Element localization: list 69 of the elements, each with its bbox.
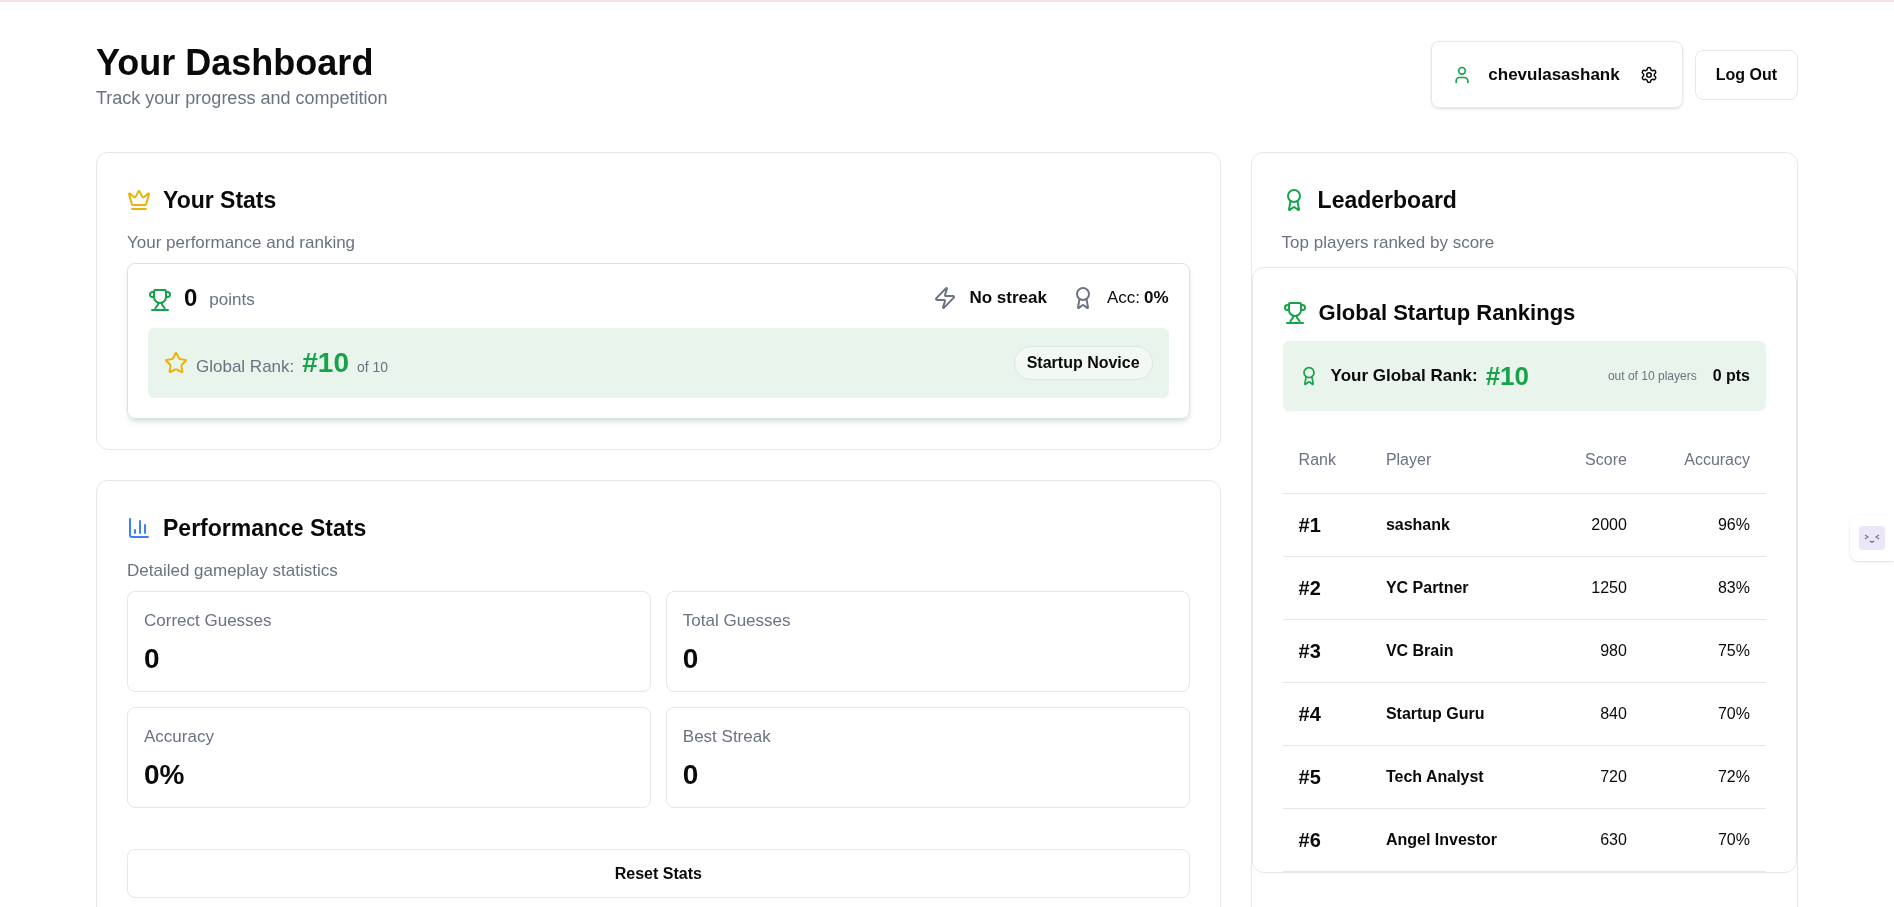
card-title: Performance Stats xyxy=(163,514,367,543)
rank-cell: #4 xyxy=(1282,682,1370,745)
player-cell: VC Brain xyxy=(1369,619,1551,682)
settings-icon xyxy=(1639,65,1658,84)
points-total: 0 pts xyxy=(1712,366,1750,386)
card-subtitle: Detailed gameplay statistics xyxy=(127,559,339,582)
accuracy-label: Acc: xyxy=(1106,287,1141,310)
accuracy-cell: 96% xyxy=(1642,493,1766,556)
trophy-icon xyxy=(148,288,172,312)
stat-label: Correct Guesses xyxy=(144,610,273,632)
player-cell: Startup Guru xyxy=(1369,682,1551,745)
accuracy-cell: 70% xyxy=(1642,808,1766,871)
score-cell: 630 xyxy=(1550,808,1643,871)
accuracy-cell: 75% xyxy=(1642,619,1766,682)
rank-label: Global Rank: xyxy=(196,356,295,378)
rank-cell: #3 xyxy=(1282,619,1370,682)
global-rank-label: Your Global Rank: xyxy=(1330,365,1478,388)
accuracy-cell: 70% xyxy=(1642,682,1766,745)
accuracy-value: 0% xyxy=(1144,287,1169,310)
column-header: Player xyxy=(1369,427,1551,493)
points-value: 0 xyxy=(184,284,198,312)
lightning-icon xyxy=(933,286,958,310)
rank-cell: #1 xyxy=(1282,493,1370,556)
stat-value: 0% xyxy=(144,757,186,792)
rank-cell: #6 xyxy=(1282,808,1370,871)
column-header: Rank xyxy=(1282,427,1370,493)
stat-label: Best Streak xyxy=(682,726,772,748)
score-cell: 2000 xyxy=(1550,493,1643,556)
column-header: Score xyxy=(1550,427,1643,493)
bar-chart-icon xyxy=(127,516,151,541)
accuracy-cell: 83% xyxy=(1642,556,1766,619)
username: chevulasashank xyxy=(1488,63,1620,86)
stat-label: Accuracy xyxy=(144,726,215,748)
points-label: points xyxy=(209,288,255,311)
global-rank-value: #10 xyxy=(1485,359,1530,393)
crown-icon xyxy=(127,188,151,213)
stat-label: Total Guesses xyxy=(682,610,792,632)
card-subtitle: Top players ranked by score xyxy=(1281,231,1496,254)
star-icon xyxy=(164,351,188,375)
score-cell: 840 xyxy=(1550,682,1643,745)
rank-cell: #5 xyxy=(1282,745,1370,808)
reset-button[interactable]: Reset Stats xyxy=(127,849,1190,898)
level-badge: Startup Novice xyxy=(1013,346,1153,380)
score-cell: 1250 xyxy=(1550,556,1643,619)
page-title: Your Dashboard xyxy=(96,41,375,85)
stat-value: 0 xyxy=(682,641,700,676)
card-title: Your Stats xyxy=(163,186,277,215)
accuracy-cell: 72% xyxy=(1642,745,1766,808)
face-icon xyxy=(1859,526,1885,550)
player-cell: Angel Investor xyxy=(1369,808,1551,871)
trophy-icon xyxy=(1282,300,1307,325)
score-cell: 980 xyxy=(1550,619,1643,682)
stat-value: 0 xyxy=(144,641,161,676)
card-title: Leaderboard xyxy=(1317,186,1457,215)
stat-value: 0 xyxy=(682,757,700,792)
card-subtitle: Your performance and ranking xyxy=(127,231,357,254)
player-count: out of 10 players xyxy=(1607,368,1697,385)
panel-title: Global Startup Rankings xyxy=(1318,299,1576,327)
rank-total: of 10 xyxy=(357,358,389,377)
score-cell: 720 xyxy=(1550,745,1643,808)
player-cell: Tech Analyst xyxy=(1369,745,1551,808)
logout-button[interactable]: Log Out xyxy=(1694,49,1798,100)
player-cell: YC Partner xyxy=(1369,556,1551,619)
player-cell: sashank xyxy=(1369,493,1551,556)
streak-text: No streak xyxy=(969,287,1047,310)
rank-value: #10 xyxy=(302,346,349,380)
rank-cell: #2 xyxy=(1282,556,1370,619)
column-header: Accuracy xyxy=(1642,427,1766,493)
page-subtitle: Track your progress and competition xyxy=(96,87,388,110)
